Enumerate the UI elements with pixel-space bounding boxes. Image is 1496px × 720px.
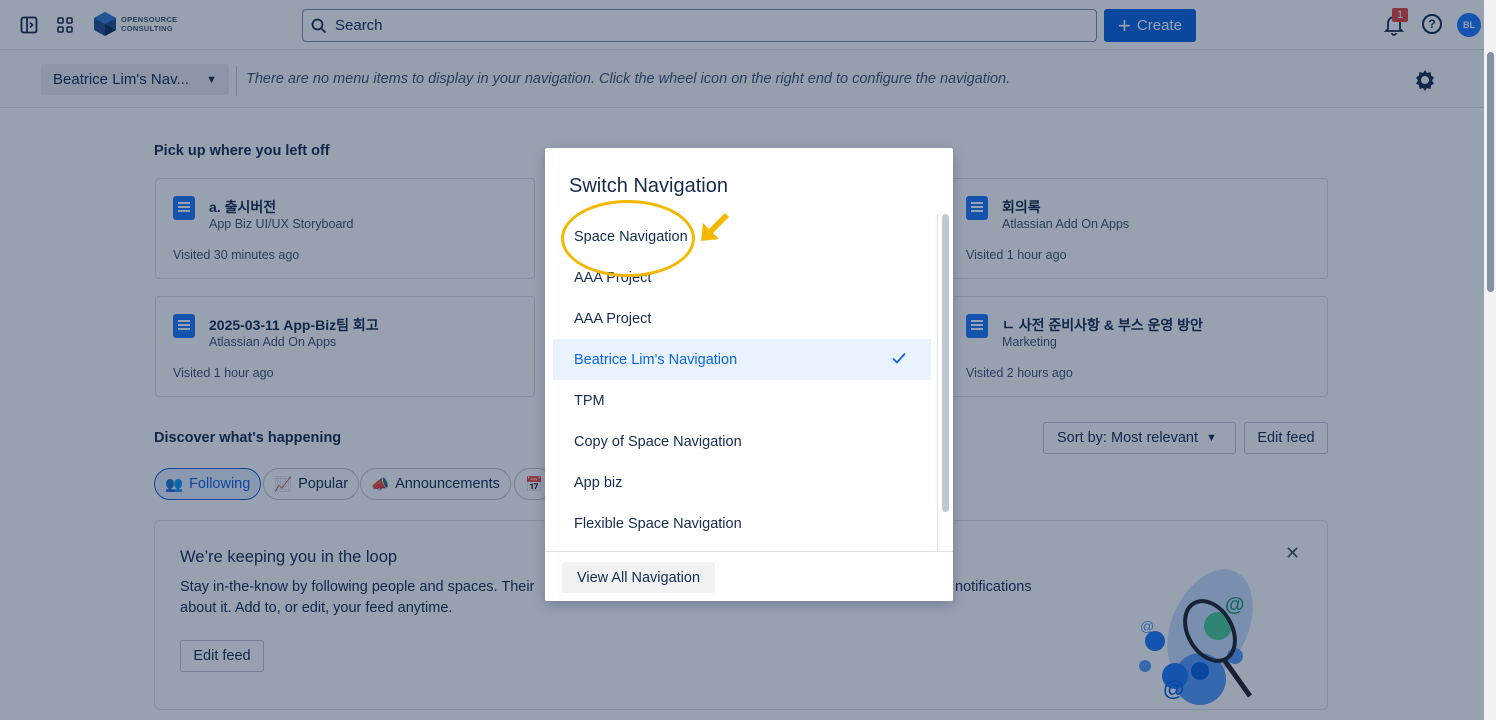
checkmark-icon (892, 352, 906, 364)
list-scrollbar-track (937, 214, 938, 552)
option-label: TPM (574, 392, 605, 409)
option-label: AAA Project (574, 310, 652, 327)
option-label: Flexible Space Navigation (574, 515, 742, 532)
option-label: Beatrice Lim's Navigation (574, 351, 738, 368)
divider (545, 551, 953, 552)
view-all-navigation-button[interactable]: View All Navigation (562, 562, 715, 593)
navigation-option-selected[interactable]: Beatrice Lim's Navigation (553, 339, 931, 380)
option-label: Copy of Space Navigation (574, 433, 742, 450)
option-label: App biz (574, 474, 623, 491)
navigation-option[interactable]: Copy of Space Navigation (553, 421, 931, 462)
navigation-option[interactable]: App biz (553, 462, 931, 503)
navigation-option[interactable]: Flexible Space Navigation (553, 503, 931, 544)
highlight-circle-annotation (561, 200, 695, 277)
dialog-title: Switch Navigation (569, 175, 728, 197)
navigation-option[interactable]: TPM (553, 380, 931, 421)
navigation-option[interactable]: AAA Project (553, 298, 931, 339)
page-scrollbar-thumb[interactable] (1487, 52, 1494, 292)
list-scrollbar-thumb[interactable] (942, 214, 949, 512)
pointer-arrow-icon (701, 213, 729, 241)
